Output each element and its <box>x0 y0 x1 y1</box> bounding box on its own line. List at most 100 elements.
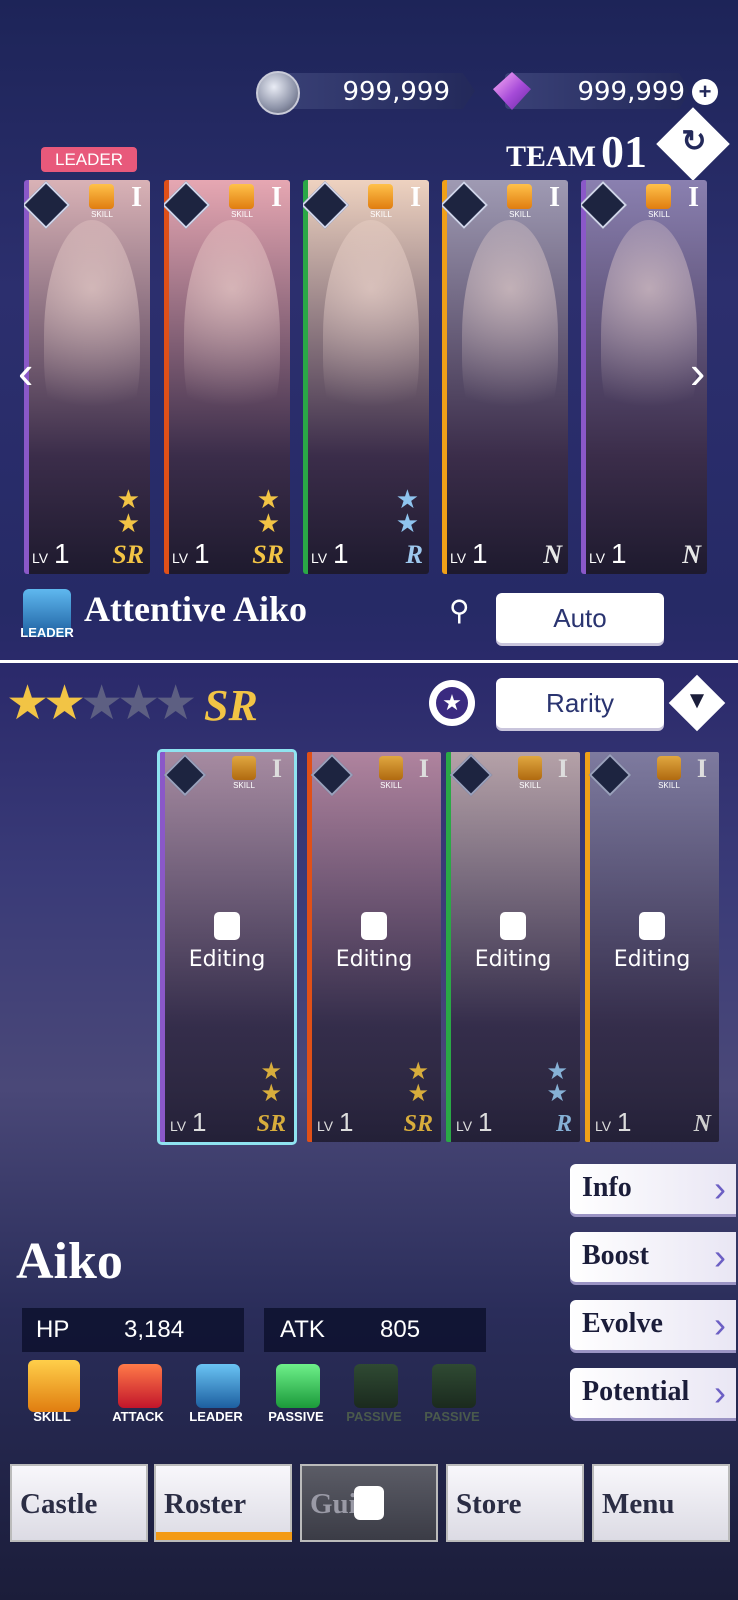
leader-name: Attentive Aiko <box>84 589 307 629</box>
menu-button-boost[interactable]: Boost › <box>570 1232 736 1282</box>
tier-label: I <box>549 182 560 213</box>
team-card[interactable]: SKILL I LV 1 N <box>581 180 707 574</box>
chevron-right-icon[interactable]: › <box>690 345 705 399</box>
roster-card[interactable]: SKILL I Editing LV 1 SR ★ ★ <box>157 749 297 1145</box>
nav-guild[interactable]: Guild <box>300 1464 438 1542</box>
chevron-left-icon[interactable]: ‹ <box>18 345 33 399</box>
skill-tag: SKILL <box>380 781 402 790</box>
roster-card[interactable]: SKILL I Editing LV 1 R ★ ★ <box>446 752 580 1142</box>
lock-icon <box>214 912 240 940</box>
lock-icon <box>354 1486 384 1520</box>
character-figure <box>601 220 697 450</box>
editing-status: Editing <box>188 947 266 972</box>
tier-label: I <box>557 754 568 783</box>
character-figure <box>323 220 419 450</box>
team-card[interactable]: SKILL I LV 1 SR ★ ★ <box>24 180 150 574</box>
skill-icon <box>232 756 256 780</box>
level-value: 1 <box>192 1107 207 1137</box>
skill-type-label: PASSIVE <box>424 1409 480 1424</box>
skill-icon <box>379 756 403 780</box>
level-value: 1 <box>54 538 70 569</box>
star-icon: ★ <box>256 484 280 514</box>
skill-type-label: PASSIVE <box>268 1409 324 1424</box>
skill-tag: SKILL <box>658 781 680 790</box>
tier-label: I <box>410 182 421 213</box>
nav-menu[interactable]: Menu <box>592 1464 730 1542</box>
menu-button-evolve[interactable]: Evolve › <box>570 1300 736 1350</box>
skill-tag: SKILL <box>231 210 253 219</box>
level-value: 1 <box>617 1107 632 1137</box>
hp-value: 3,184 <box>124 1316 185 1343</box>
atk-label: ATK <box>280 1316 325 1343</box>
nav-castle[interactable]: Castle <box>10 1464 148 1542</box>
tier-label: I <box>131 182 142 213</box>
nav-label: Castle <box>20 1488 98 1520</box>
search-icon[interactable]: ⚲ <box>449 594 470 627</box>
team-label: TEAM <box>506 140 596 173</box>
menu-button-label: Boost <box>582 1240 649 1271</box>
star-icon: ★ <box>436 687 468 719</box>
lock-icon <box>500 912 526 940</box>
skill-tag: SKILL <box>91 210 113 219</box>
team-card[interactable]: SKILL I LV 1 R ★ ★ <box>303 180 429 574</box>
skill-type-label: ATTACK <box>112 1409 164 1424</box>
skill-type-label: SKILL <box>33 1409 71 1424</box>
chevron-right-icon: › <box>714 1236 726 1277</box>
level-label: LV <box>595 1118 612 1134</box>
hp-label: HP <box>36 1316 70 1343</box>
skill-icon <box>89 184 114 209</box>
plus-icon[interactable]: + <box>692 79 718 105</box>
roster-card[interactable]: SKILL I Editing LV 1 N <box>585 752 719 1142</box>
leader-icon[interactable] <box>196 1364 240 1408</box>
passive-icon[interactable] <box>276 1364 320 1408</box>
auto-button[interactable]: Auto <box>496 593 664 643</box>
element-bar <box>164 180 169 574</box>
level-label: LV <box>456 1118 473 1134</box>
tier-label: I <box>271 182 282 213</box>
skill-icon <box>229 184 254 209</box>
character-figure <box>44 220 140 450</box>
nav-store[interactable]: Store <box>446 1464 584 1542</box>
nav-label: Roster <box>164 1488 247 1520</box>
lock-icon <box>361 912 387 940</box>
nav-label: Menu <box>602 1488 675 1520</box>
tier-label: I <box>688 182 699 213</box>
menu-button-label: Potential <box>582 1376 690 1407</box>
rarity-label: SR <box>112 540 144 569</box>
sort-button[interactable]: Rarity <box>496 678 664 728</box>
divider <box>0 660 738 663</box>
rarity-label: N <box>693 1111 711 1137</box>
roster-card[interactable]: SKILL I Editing LV 1 SR ★ ★ <box>307 752 441 1142</box>
attack-icon[interactable] <box>118 1364 162 1408</box>
menu-button-label: Info <box>582 1172 632 1203</box>
menu-button-potential[interactable]: Potential › <box>570 1368 736 1418</box>
atk-value: 805 <box>380 1316 421 1343</box>
tier-label: I <box>271 754 282 783</box>
rarity-label: N <box>682 540 701 569</box>
level-label: LV <box>170 1118 187 1134</box>
menu-button-info[interactable]: Info › <box>570 1164 736 1214</box>
star-icon: ★ <box>546 1058 568 1085</box>
tier-label: I <box>418 754 429 783</box>
skill-tag: SKILL <box>233 781 255 790</box>
skill-tag: SKILL <box>519 781 541 790</box>
level-label: LV <box>32 550 49 566</box>
gem-amount: 999,999 <box>577 77 685 107</box>
passive-icon[interactable] <box>354 1364 398 1408</box>
passive-icon[interactable] <box>432 1364 476 1408</box>
level-label: LV <box>311 550 328 566</box>
level-value: 1 <box>194 538 210 569</box>
team-card[interactable]: SKILL I LV 1 N <box>442 180 568 574</box>
tier-label: I <box>696 754 707 783</box>
level-label: LV <box>317 1118 334 1134</box>
skill-icon <box>368 184 393 209</box>
chevron-right-icon: › <box>714 1304 726 1345</box>
team-card[interactable]: SKILL I LV 1 SR ★ ★ <box>164 180 290 574</box>
editing-status: Editing <box>335 947 413 972</box>
skill-tag: SKILL <box>509 210 531 219</box>
character-figure <box>462 220 558 450</box>
rarity-stars: ★★★★★ <box>6 677 197 730</box>
nav-roster[interactable]: Roster <box>154 1464 292 1542</box>
skill-icon[interactable] <box>28 1360 80 1412</box>
rarity-label: SR <box>403 1111 433 1137</box>
